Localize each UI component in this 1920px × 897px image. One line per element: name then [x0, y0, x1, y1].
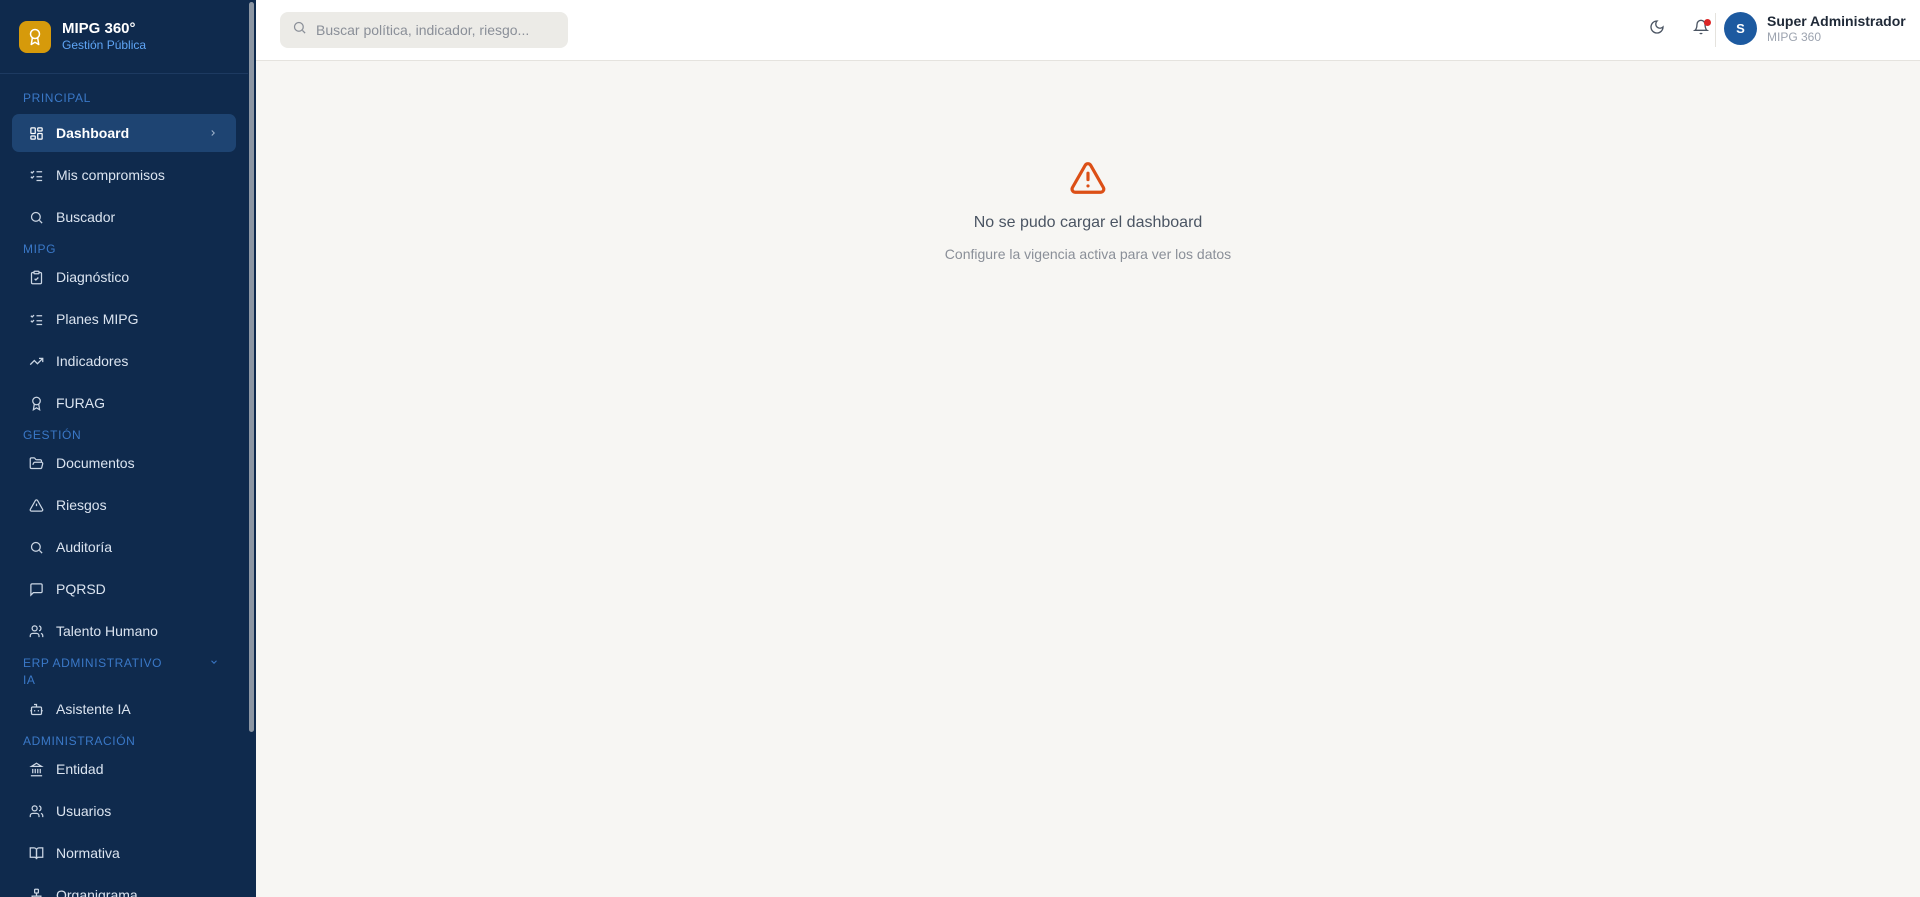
section-administracion: ADMINISTRACIÓN [23, 734, 136, 748]
sidebar-item-pqrsd[interactable]: PQRSD [12, 570, 236, 608]
sidebar-item-asistente-ia[interactable]: Asistente IA [12, 690, 236, 728]
sidebar-item-label: Planes MIPG [56, 311, 139, 327]
sidebar: MIPG 360° Gestión Pública PRINCIPAL Dash… [0, 0, 256, 897]
sidebar-item-auditoria[interactable]: Auditoría [12, 528, 236, 566]
sidebar-item-diagnostico[interactable]: Diagnóstico [12, 258, 236, 296]
search-box[interactable] [280, 12, 568, 48]
sidebar-item-dashboard[interactable]: Dashboard [12, 114, 236, 152]
sidebar-item-label: Normativa [56, 845, 120, 861]
list-checks-icon [28, 311, 44, 327]
sidebar-item-furag[interactable]: FURAG [12, 384, 236, 422]
sidebar-item-talento-humano[interactable]: Talento Humano [12, 612, 236, 650]
sidebar-item-label: PQRSD [56, 581, 106, 597]
error-subtitle: Configure la vigencia activa para ver lo… [944, 246, 1232, 262]
chevron-down-icon[interactable] [208, 655, 220, 672]
bot-icon [28, 701, 44, 717]
sidebar-item-label: Asistente IA [56, 701, 131, 717]
alert-triangle-icon [1068, 159, 1108, 202]
chevron-right-icon [208, 126, 218, 142]
grid-icon [28, 125, 44, 141]
book-open-icon [28, 845, 44, 861]
sidebar-item-label: Organigrama [56, 887, 138, 897]
sidebar-scrollbar[interactable] [248, 0, 256, 897]
user-name: Super Administrador [1767, 12, 1906, 29]
section-erp-label: ERP ADMINISTRATIVO IA [23, 656, 163, 687]
brand-subtitle: Gestión Pública [62, 38, 147, 52]
sidebar-item-label: Buscador [56, 209, 116, 225]
scrollbar-thumb[interactable] [249, 2, 254, 732]
section-erp[interactable]: ERP ADMINISTRATIVO IA [23, 655, 228, 689]
section-principal: PRINCIPAL [23, 91, 91, 105]
sidebar-item-label: FURAG [56, 395, 105, 411]
award-icon [19, 20, 51, 53]
brand-name: MIPG 360° [62, 20, 136, 37]
sidebar-item-label: Riesgos [56, 497, 107, 513]
moon-icon [1649, 19, 1665, 40]
message-square-icon [28, 581, 44, 597]
search-icon [28, 209, 44, 225]
clipboard-check-icon [28, 269, 44, 285]
alert-triangle-icon [28, 497, 44, 513]
header-divider [1715, 13, 1716, 47]
notification-badge [1704, 19, 1711, 26]
award-icon [28, 395, 44, 411]
main-content: No se pudo cargar el dashboard Configure… [256, 61, 1920, 897]
sidebar-item-label: Mis compromisos [56, 167, 165, 183]
sidebar-item-label: Talento Humano [56, 623, 158, 639]
search-icon [292, 20, 307, 40]
sidebar-item-label: Entidad [56, 761, 104, 777]
sidebar-item-planes-mipg[interactable]: Planes MIPG [12, 300, 236, 338]
search-icon [28, 539, 44, 555]
network-icon [28, 887, 44, 897]
users-icon [28, 623, 44, 639]
sidebar-item-mis-compromisos[interactable]: Mis compromisos [12, 156, 236, 194]
error-state: No se pudo cargar el dashboard Configure… [256, 159, 1920, 262]
sidebar-item-indicadores[interactable]: Indicadores [12, 342, 236, 380]
sidebar-item-label: Diagnóstico [56, 269, 130, 285]
landmark-icon [28, 761, 44, 777]
sidebar-item-label: Auditoría [56, 539, 113, 555]
list-checks-icon [28, 167, 44, 183]
sidebar-item-riesgos[interactable]: Riesgos [12, 486, 236, 524]
section-mipg: MIPG [23, 242, 57, 256]
sidebar-item-buscador[interactable]: Buscador [12, 198, 236, 236]
sidebar-item-usuarios[interactable]: Usuarios [12, 792, 236, 830]
folder-open-icon [28, 455, 44, 471]
users-icon [28, 803, 44, 819]
sidebar-item-organigrama[interactable]: Organigrama [12, 876, 236, 897]
sidebar-item-normativa[interactable]: Normativa [12, 834, 236, 872]
trending-up-icon [28, 353, 44, 369]
notifications-button[interactable] [1689, 17, 1713, 41]
search-input[interactable] [316, 22, 556, 38]
user-subtitle: MIPG 360 [1767, 29, 1822, 44]
avatar[interactable]: S [1724, 12, 1757, 45]
sidebar-item-label: Usuarios [56, 803, 112, 819]
user-menu[interactable]: S Super Administrador MIPG 360 [1724, 12, 1906, 45]
sidebar-item-label: Indicadores [56, 353, 129, 369]
sidebar-item-documentos[interactable]: Documentos [12, 444, 236, 482]
sidebar-item-label: Dashboard [56, 125, 130, 141]
section-gestion: GESTIÓN [23, 428, 82, 442]
sidebar-item-label: Documentos [56, 455, 135, 471]
error-title: No se pudo cargar el dashboard [973, 214, 1203, 231]
top-header: S Super Administrador MIPG 360 [256, 0, 1920, 61]
sidebar-item-entidad[interactable]: Entidad [12, 750, 236, 788]
brand[interactable]: MIPG 360° Gestión Pública [0, 0, 256, 74]
theme-toggle-button[interactable] [1645, 17, 1669, 41]
